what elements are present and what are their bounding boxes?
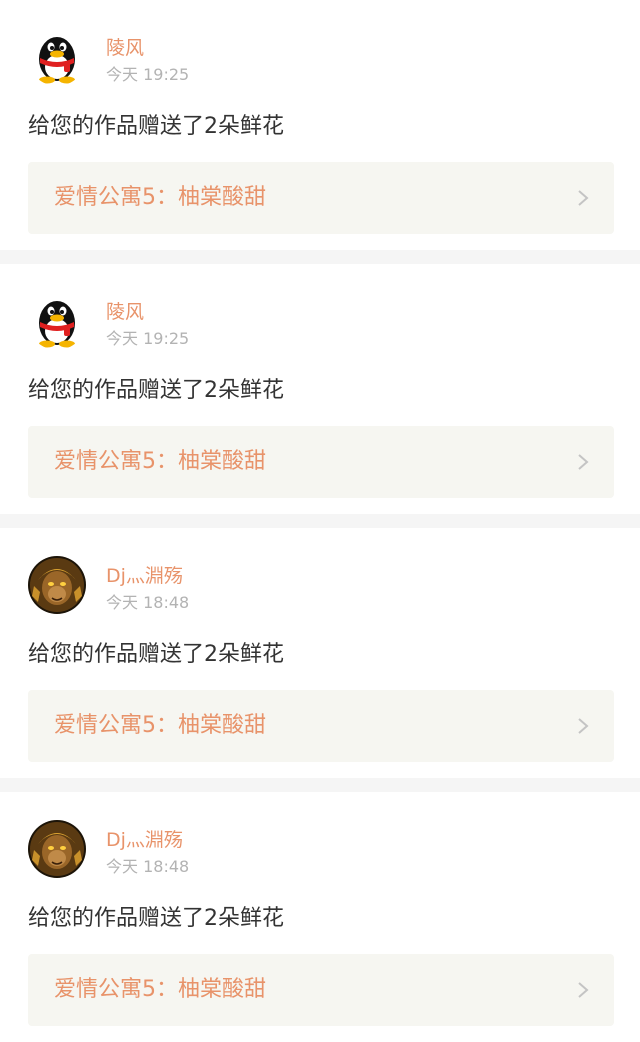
card-divider (0, 778, 640, 792)
work-title: 爱情公寓5：柚棠酸甜 (54, 977, 266, 1002)
notification-card: Dj灬淵殇 今天 18:48 给您的作品赠送了2朵鲜花 爱情公寓5：柚棠酸甜 (0, 528, 640, 778)
notification-card: 陵风 今天 19:25 给您的作品赠送了2朵鲜花 爱情公寓5：柚棠酸甜 (0, 264, 640, 514)
timestamp: 今天 18:48 (106, 593, 190, 612)
work-title: 爱情公寓5：柚棠酸甜 (54, 449, 266, 474)
qq-penguin-avatar[interactable] (28, 292, 86, 350)
username[interactable]: Dj灬淵殇 (106, 564, 183, 588)
notification-card: 陵风 今天 19:25 给您的作品赠送了2朵鲜花 爱情公寓5：柚棠酸甜 (0, 0, 640, 250)
chevron-right-icon (578, 982, 589, 998)
timestamp: 今天 19:25 (106, 329, 190, 348)
golden-monkey-avatar[interactable] (28, 820, 86, 878)
chevron-right-icon (578, 454, 589, 470)
work-link-button[interactable]: 爱情公寓5：柚棠酸甜 (28, 426, 614, 498)
qq-penguin-avatar[interactable] (28, 28, 86, 86)
work-title: 爱情公寓5：柚棠酸甜 (54, 713, 266, 738)
message-text: 给您的作品赠送了2朵鲜花 (28, 906, 284, 931)
username[interactable]: 陵风 (106, 36, 144, 60)
chevron-right-icon (578, 718, 589, 734)
card-divider (0, 250, 640, 264)
timestamp: 今天 19:25 (106, 65, 190, 84)
username[interactable]: Dj灬淵殇 (106, 828, 183, 852)
username[interactable]: 陵风 (106, 300, 144, 324)
notification-feed: 陵风 今天 19:25 给您的作品赠送了2朵鲜花 爱情公寓5：柚棠酸甜 陵风 今… (0, 0, 640, 1042)
golden-monkey-avatar[interactable] (28, 556, 86, 614)
chevron-right-icon (578, 190, 589, 206)
work-title: 爱情公寓5：柚棠酸甜 (54, 185, 266, 210)
message-text: 给您的作品赠送了2朵鲜花 (28, 642, 284, 667)
message-text: 给您的作品赠送了2朵鲜花 (28, 378, 284, 403)
message-text: 给您的作品赠送了2朵鲜花 (28, 114, 284, 139)
work-link-button[interactable]: 爱情公寓5：柚棠酸甜 (28, 162, 614, 234)
notification-card: Dj灬淵殇 今天 18:48 给您的作品赠送了2朵鲜花 爱情公寓5：柚棠酸甜 (0, 792, 640, 1042)
timestamp: 今天 18:48 (106, 857, 190, 876)
card-divider (0, 514, 640, 528)
work-link-button[interactable]: 爱情公寓5：柚棠酸甜 (28, 690, 614, 762)
work-link-button[interactable]: 爱情公寓5：柚棠酸甜 (28, 954, 614, 1026)
